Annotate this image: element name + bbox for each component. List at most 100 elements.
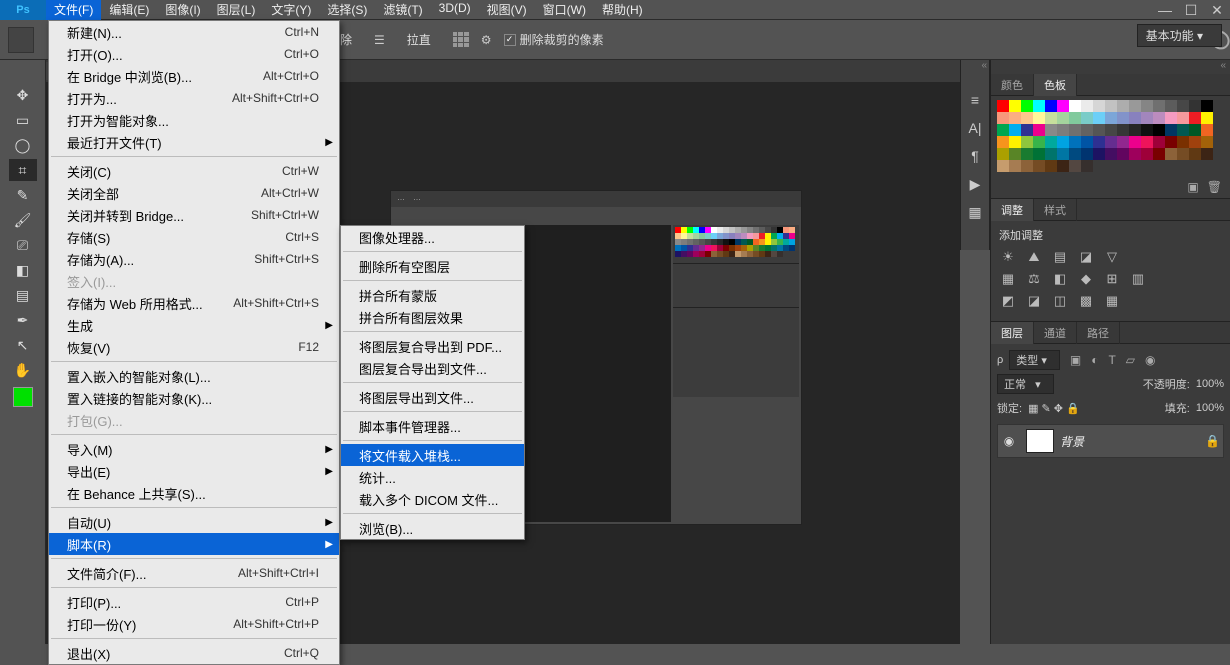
actions-panel-icon[interactable]: ▶ [963, 172, 987, 196]
dock-collapse-icon[interactable]: « [960, 60, 990, 74]
swatch[interactable] [1093, 124, 1105, 136]
menu-item[interactable]: 脚本(R)▶ [49, 533, 339, 555]
swatch[interactable] [1177, 100, 1189, 112]
menu-8[interactable]: 视图(V) [479, 0, 535, 20]
menu-item[interactable]: 退出(X)Ctrl+Q [49, 642, 339, 664]
swatch[interactable] [1153, 148, 1165, 160]
swatch[interactable] [1093, 148, 1105, 160]
swatches-tab[interactable]: 色板 [1034, 74, 1077, 96]
swatch[interactable] [1021, 160, 1033, 172]
swatch[interactable] [1033, 136, 1045, 148]
swatch[interactable] [1153, 136, 1165, 148]
grid-icon[interactable] [453, 32, 469, 48]
swatch[interactable] [1201, 124, 1213, 136]
swatch[interactable] [1093, 112, 1105, 124]
swatch[interactable] [1009, 136, 1021, 148]
swatch[interactable] [1045, 112, 1057, 124]
swatch[interactable] [1117, 112, 1129, 124]
swatch[interactable] [1057, 100, 1069, 112]
swatch[interactable] [997, 136, 1009, 148]
menu-item[interactable]: 将文件载入堆栈... [341, 444, 524, 466]
paragraph-panel-icon[interactable]: ¶ [963, 144, 987, 168]
menu-item[interactable]: 打印(P)...Ctrl+P [49, 591, 339, 613]
channels-tab[interactable]: 通道 [1034, 322, 1077, 344]
swatch[interactable] [1057, 148, 1069, 160]
swatch[interactable] [1105, 136, 1117, 148]
swatch[interactable] [1165, 100, 1177, 112]
swatch[interactable] [1057, 136, 1069, 148]
swatch[interactable] [1045, 136, 1057, 148]
swatch[interactable] [1201, 112, 1213, 124]
swatch[interactable] [1081, 124, 1093, 136]
swatch[interactable] [1105, 148, 1117, 160]
menu-item[interactable]: 将图层导出到文件... [341, 386, 524, 408]
menu-item[interactable]: 在 Bridge 中浏览(B)...Alt+Ctrl+O [49, 65, 339, 87]
swatch[interactable] [1081, 160, 1093, 172]
swatch[interactable] [1165, 112, 1177, 124]
swatch[interactable] [1021, 100, 1033, 112]
menu-4[interactable]: 文字(Y) [263, 0, 319, 20]
swatch[interactable] [1033, 160, 1045, 172]
swatch[interactable] [1129, 136, 1141, 148]
close-button[interactable]: ✕ [1204, 0, 1230, 20]
menu-6[interactable]: 滤镜(T) [375, 0, 430, 20]
delete-swatch-icon[interactable]: 🗑 [1207, 180, 1222, 194]
swatch[interactable] [1033, 124, 1045, 136]
minimize-button[interactable]: — [1152, 0, 1178, 20]
swatch[interactable] [1081, 112, 1093, 124]
swatch[interactable] [1069, 112, 1081, 124]
menu-10[interactable]: 帮助(H) [594, 0, 651, 20]
menu-item[interactable]: 关闭(C)Ctrl+W [49, 160, 339, 182]
swatch[interactable] [1009, 100, 1021, 112]
swatch[interactable] [1189, 136, 1201, 148]
swatch[interactable] [1105, 124, 1117, 136]
menu-item[interactable]: 脚本事件管理器... [341, 415, 524, 437]
menu-1[interactable]: 编辑(E) [101, 0, 157, 20]
swatch[interactable] [1105, 112, 1117, 124]
menu-2[interactable]: 图像(I) [157, 0, 208, 20]
lock-icon[interactable]: 🔒 [1205, 434, 1223, 448]
swatch[interactable] [1129, 148, 1141, 160]
menu-item[interactable]: 新建(N)...Ctrl+N [49, 21, 339, 43]
swatch[interactable] [1033, 148, 1045, 160]
swatch[interactable] [997, 160, 1009, 172]
menu-item[interactable]: 拼合所有图层效果 [341, 306, 524, 328]
swatch[interactable] [1021, 124, 1033, 136]
current-tool-icon[interactable] [8, 27, 34, 53]
panel-collapse-icon[interactable]: « [991, 60, 1230, 74]
character-panel-icon[interactable]: A| [963, 116, 987, 140]
swatch[interactable] [1045, 148, 1057, 160]
info-panel-icon[interactable]: ▦ [963, 200, 987, 224]
menu-item[interactable]: 打开为...Alt+Shift+Ctrl+O [49, 87, 339, 109]
swatch[interactable] [1201, 148, 1213, 160]
gear-icon[interactable]: ⚙ [481, 33, 492, 47]
pen-tool-icon[interactable]: ✒ [9, 309, 37, 331]
brush-tool-icon[interactable]: 🖌 [9, 209, 37, 231]
history-panel-icon[interactable]: ≡ [963, 88, 987, 112]
eyedropper-tool-icon[interactable]: ✎ [9, 184, 37, 206]
menu-item[interactable]: 导入(M)▶ [49, 438, 339, 460]
swatch[interactable] [1177, 112, 1189, 124]
swatch[interactable] [1141, 100, 1153, 112]
foreground-color-swatch[interactable] [13, 387, 33, 407]
menu-9[interactable]: 窗口(W) [535, 0, 594, 20]
swatch[interactable] [1045, 124, 1057, 136]
swatch[interactable] [1129, 100, 1141, 112]
swatch[interactable] [1021, 136, 1033, 148]
paths-tab[interactable]: 路径 [1077, 322, 1120, 344]
swatch[interactable] [1069, 136, 1081, 148]
straighten-button[interactable]: 拉直 [397, 29, 441, 50]
swatch[interactable] [997, 124, 1009, 136]
swatch[interactable] [997, 100, 1009, 112]
swatch[interactable] [1021, 148, 1033, 160]
swatch[interactable] [1021, 112, 1033, 124]
menu-item[interactable]: 存储为 Web 所用格式...Alt+Shift+Ctrl+S [49, 292, 339, 314]
swatch[interactable] [1117, 136, 1129, 148]
swatch[interactable] [1141, 136, 1153, 148]
swatches-grid[interactable] [991, 96, 1230, 176]
swatch[interactable] [1177, 148, 1189, 160]
fill-value[interactable]: 100% [1196, 402, 1224, 414]
menu-7[interactable]: 3D(D) [431, 0, 479, 20]
menu-item[interactable]: 图层复合导出到文件... [341, 357, 524, 379]
menu-item[interactable]: 恢复(V)F12 [49, 336, 339, 358]
